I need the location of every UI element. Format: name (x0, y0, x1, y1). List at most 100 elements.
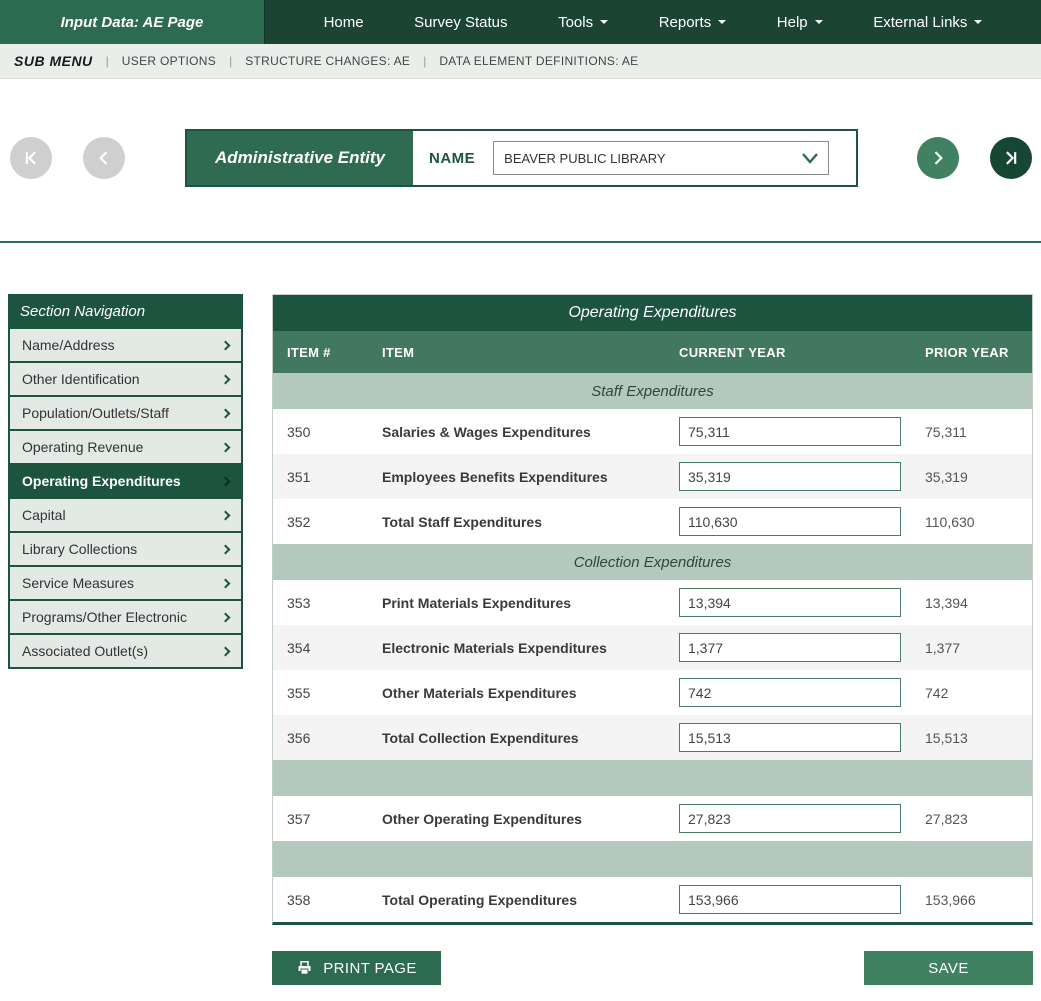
current-year-cell (665, 723, 911, 752)
current-year-input-354[interactable] (679, 633, 901, 662)
print-page-button-label: PRINT PAGE (323, 960, 416, 977)
sidebar-item-other-identification[interactable]: Other Identification (10, 361, 241, 395)
current-year-input-350[interactable] (679, 417, 901, 446)
active-page-tab-label: Input Data: AE Page (61, 14, 204, 31)
printer-icon (296, 960, 313, 976)
current-year-cell (665, 678, 911, 707)
nav-item-label: Survey Status (414, 14, 507, 31)
current-year-cell (665, 588, 911, 617)
sidebar-item-service-measures[interactable]: Service Measures (10, 565, 241, 599)
sidebar-item-label: Service Measures (22, 575, 134, 591)
entity-header-area: Administrative Entity NAME BEAVER PUBLIC… (0, 79, 1041, 243)
footer-actions: PRINT PAGE SAVE (272, 951, 1033, 985)
item-label: Total Collection Expenditures (368, 730, 665, 746)
table-title: Operating Expenditures (273, 295, 1032, 331)
last-entity-button[interactable] (990, 137, 1032, 179)
prior-year-value: 75,311 (911, 424, 1032, 440)
sidebar-item-label: Capital (22, 507, 66, 523)
first-entity-button[interactable] (10, 137, 52, 179)
chevron-right-icon (221, 544, 231, 554)
current-year-input-356[interactable] (679, 723, 901, 752)
submenu-separator: | (229, 54, 232, 68)
item-label: Other Materials Expenditures (368, 685, 665, 701)
sidebar-item-name-address[interactable]: Name/Address (10, 327, 241, 361)
current-year-input-353[interactable] (679, 588, 901, 617)
nav-item-home[interactable]: Home (324, 14, 364, 31)
section-navigation-title-label: Section Navigation (20, 303, 145, 320)
col-prior-year: PRIOR YEAR (911, 345, 1032, 360)
sidebar-item-label: Operating Expenditures (22, 473, 181, 489)
current-year-input-357[interactable] (679, 804, 901, 833)
nav-item-label: Tools (558, 14, 593, 31)
sidebar-item-library-collections[interactable]: Library Collections (10, 531, 241, 565)
item-number: 355 (273, 685, 368, 701)
expenditure-row-353: 353Print Materials Expenditures 13,394 (273, 580, 1032, 625)
prior-year-value: 110,630 (911, 514, 1032, 530)
submenu-label: SUB MENU (14, 53, 93, 69)
dropdown-caret-icon (815, 20, 823, 24)
section-band-label: Collection Expenditures (574, 554, 732, 571)
chevron-right-icon (221, 646, 231, 656)
sidebar-item-capital[interactable]: Capital (10, 497, 241, 531)
nav-item-label: Reports (659, 14, 712, 31)
entity-name-select[interactable]: BEAVER PUBLIC LIBRARY (493, 141, 829, 175)
next-entity-button[interactable] (917, 137, 959, 179)
entity-selector-box: Administrative Entity NAME BEAVER PUBLIC… (185, 129, 858, 187)
chevron-right-icon (221, 476, 231, 486)
sidebar-item-associated-outlet-s[interactable]: Associated Outlet(s) (10, 633, 241, 667)
submenu-items: |USER OPTIONS|STRUCTURE CHANGES: AE|DATA… (93, 54, 639, 68)
current-year-input-355[interactable] (679, 678, 901, 707)
expenditure-row-358: 358Total Operating Expenditures153,966 (273, 877, 1032, 922)
nav-item-reports[interactable]: Reports (659, 14, 727, 31)
item-number: 350 (273, 424, 368, 440)
sidebar-item-label: Library Collections (22, 541, 137, 557)
sidebar-item-label: Programs/Other Electronic (22, 609, 187, 625)
chevron-right-icon (221, 340, 231, 350)
entity-name-select-value: BEAVER PUBLIC LIBRARY (504, 151, 665, 166)
print-page-button[interactable]: PRINT PAGE (272, 951, 441, 985)
current-year-cell (665, 462, 911, 491)
submenu-item-user-options[interactable]: USER OPTIONS (122, 54, 216, 68)
prior-year-value: 13,394 (911, 595, 1032, 611)
item-label: Print Materials Expenditures (368, 595, 665, 611)
active-page-tab[interactable]: Input Data: AE Page (0, 0, 265, 44)
sidebar-item-operating-expenditures[interactable]: Operating Expenditures (10, 463, 241, 497)
current-year-cell (665, 633, 911, 662)
table-body: Staff Expenditures350Salaries & Wages Ex… (273, 373, 1032, 922)
sidebar-item-population-outlets-staff[interactable]: Population/Outlets/Staff (10, 395, 241, 429)
previous-entity-button[interactable] (83, 137, 125, 179)
nav-menu: Home Survey Status Tools Reports Help Externa… (265, 0, 1041, 44)
item-number: 357 (273, 811, 368, 827)
main-content: Section Navigation Name/AddressOther Ide… (0, 294, 1041, 994)
sidebar-item-operating-revenue[interactable]: Operating Revenue (10, 429, 241, 463)
expenditure-row-350: 350Salaries & Wages Expenditures 75,311 (273, 409, 1032, 454)
save-button[interactable]: SAVE (864, 951, 1033, 985)
current-year-cell (665, 507, 911, 536)
sidebar-list: Name/AddressOther IdentificationPopulati… (10, 327, 241, 667)
chevron-right-icon (221, 408, 231, 418)
entity-name-label: NAME (429, 150, 475, 167)
item-number: 354 (273, 640, 368, 656)
save-button-label: SAVE (928, 960, 969, 977)
last-page-icon (1001, 148, 1021, 168)
nav-item-help[interactable]: Help (777, 14, 823, 31)
table-column-headers: ITEM # ITEM CURRENT YEAR PRIOR YEAR (273, 331, 1032, 373)
nav-item-external-links[interactable]: External Links (873, 14, 982, 31)
submenu-item-structure-changes-ae[interactable]: STRUCTURE CHANGES: AE (245, 54, 410, 68)
current-year-input-351[interactable] (679, 462, 901, 491)
prior-year-value: 35,319 (911, 469, 1032, 485)
nav-item-tools[interactable]: Tools (558, 14, 608, 31)
dropdown-caret-icon (718, 20, 726, 24)
item-label: Electronic Materials Expenditures (368, 640, 665, 656)
item-number: 351 (273, 469, 368, 485)
chevron-right-icon (928, 148, 948, 168)
submenu-separator: | (423, 54, 426, 68)
table-wrap: Operating Expenditures ITEM # ITEM CURRE… (272, 294, 1033, 985)
submenu-item-data-element-definitions-ae[interactable]: DATA ELEMENT DEFINITIONS: AE (439, 54, 638, 68)
item-number: 353 (273, 595, 368, 611)
nav-item-survey-status[interactable]: Survey Status (414, 14, 507, 31)
current-year-input-352[interactable] (679, 507, 901, 536)
current-year-input-358[interactable] (679, 885, 901, 914)
sidebar-item-programs-other-electronic[interactable]: Programs/Other Electronic (10, 599, 241, 633)
item-label: Salaries & Wages Expenditures (368, 424, 665, 440)
